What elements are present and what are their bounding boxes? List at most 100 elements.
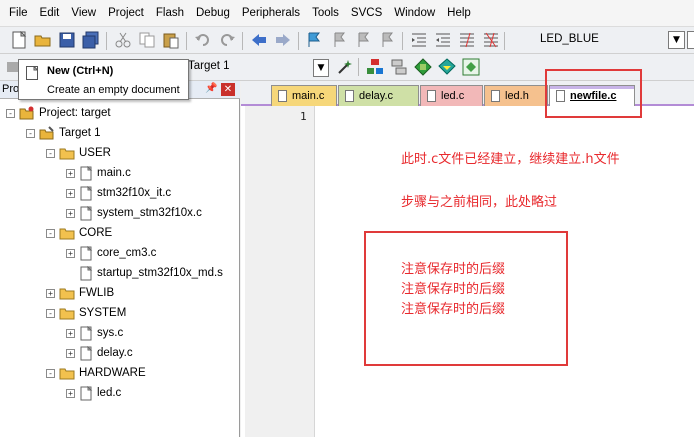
copy-icon[interactable] [138, 31, 156, 49]
tab-led-c[interactable]: led.c [420, 85, 483, 106]
expand-icon[interactable]: + [46, 288, 55, 298]
menu-edit[interactable]: Edit [34, 0, 66, 26]
tree-item[interactable]: + delay.c [66, 343, 133, 363]
collapse-icon[interactable]: - [46, 308, 55, 318]
tab-delay-c[interactable]: delay.c [338, 85, 419, 106]
expand-icon[interactable]: + [66, 328, 75, 338]
tree-item[interactable]: + system_stm32f10x.c [66, 203, 202, 223]
expand-icon[interactable]: + [66, 208, 75, 218]
save-all-icon[interactable] [82, 31, 100, 49]
manage-components-icon[interactable] [462, 58, 480, 76]
paste-icon[interactable] [162, 31, 180, 49]
tree-item-label: stm32f10x_it.c [97, 187, 172, 199]
file-extensions-icon[interactable] [390, 58, 408, 76]
close-icon[interactable]: ✕ [221, 83, 235, 96]
manage-project-icon[interactable] [366, 58, 384, 76]
menu-view[interactable]: View [65, 0, 102, 26]
collapse-icon[interactable]: - [6, 108, 15, 118]
comment-icon[interactable] [458, 31, 476, 49]
menu-flash[interactable]: Flash [150, 0, 190, 26]
build-target-select[interactable]: Target 1 [188, 60, 230, 72]
tree-item[interactable]: - SYSTEM [46, 303, 126, 323]
menu-bar: File Edit View Project Flash Debug Peripherals… [0, 0, 694, 26]
expand-icon[interactable]: + [66, 388, 75, 398]
tree-item[interactable]: + sys.c [66, 323, 123, 343]
expand-icon[interactable]: + [66, 248, 75, 258]
tab-label: main.c [292, 90, 325, 102]
tab-label: delay.c [359, 90, 394, 102]
tree-item[interactable]: + main.c [66, 163, 131, 183]
menu-tools[interactable]: Tools [306, 0, 345, 26]
tree-item[interactable]: startup_stm32f10x_md.s [66, 263, 223, 283]
bookmark-prev-icon[interactable] [330, 31, 348, 49]
tree-item[interactable]: + stm32f10x_it.c [66, 183, 171, 203]
folder-icon [59, 146, 75, 160]
new-file-icon [26, 66, 38, 80]
pin-icon[interactable]: 📌 [205, 83, 217, 94]
expand-icon[interactable]: + [66, 348, 75, 358]
tree-item[interactable]: - Project: target [6, 103, 111, 123]
menu-help[interactable]: Help [441, 0, 477, 26]
tree-item[interactable]: - HARDWARE [46, 363, 146, 383]
tree-item[interactable]: + led.c [66, 383, 121, 403]
target-name[interactable]: LED_BLUE [540, 33, 599, 45]
menu-window[interactable]: Window [388, 0, 441, 26]
folder-icon [59, 286, 75, 300]
folder-icon [59, 366, 75, 380]
annotation-line-2: 步骤与之前相同，此处略过 [401, 195, 558, 210]
bookmark-clear-icon[interactable] [378, 31, 396, 49]
target-options-wand-icon[interactable] [336, 58, 354, 76]
new-file-icon[interactable] [10, 31, 28, 49]
tooltip-description: Create an empty document [47, 84, 180, 96]
indent-icon[interactable] [410, 31, 428, 49]
bookmark-icon[interactable] [306, 31, 324, 49]
annotation-box-line-2: 注意保存时的后缀 [401, 282, 506, 297]
tree-item[interactable]: + FWLIB [46, 283, 114, 303]
collapse-icon[interactable]: - [26, 128, 35, 138]
nav-back-icon[interactable] [250, 31, 268, 49]
menu-debug[interactable]: Debug [190, 0, 236, 26]
collapse-icon[interactable]: - [46, 368, 55, 378]
menu-svcs[interactable]: SVCS [345, 0, 388, 26]
tab-main-c[interactable]: main.c [271, 85, 337, 106]
menu-peripherals[interactable]: Peripherals [236, 0, 306, 26]
expand-icon[interactable]: + [66, 188, 75, 198]
file-icon [79, 165, 93, 181]
tree-item[interactable]: - USER [46, 143, 111, 163]
bookmark-next-icon[interactable] [354, 31, 372, 49]
build-target-dropdown-button[interactable]: ▼ [313, 59, 329, 77]
tree-item-label: delay.c [97, 347, 133, 359]
tab-led-h[interactable]: led.h [484, 85, 548, 106]
tree-item[interactable]: - Target 1 [26, 123, 101, 143]
tree-item[interactable]: - CORE [46, 223, 112, 243]
file-icon [79, 185, 93, 201]
menu-project[interactable]: Project [102, 0, 150, 26]
redo-icon[interactable] [218, 31, 236, 49]
unindent-icon[interactable] [434, 31, 452, 49]
uncomment-icon[interactable] [482, 31, 500, 49]
line-number-gutter [245, 106, 315, 437]
search-field-edge[interactable] [687, 31, 694, 49]
active-tab-highlight-box [545, 69, 642, 118]
file-icon [79, 345, 93, 361]
tree-item-label: sys.c [97, 327, 124, 339]
folder-icon [59, 226, 75, 240]
new-file-tooltip: New (Ctrl+N) Create an empty document [18, 59, 189, 100]
select-packs-icon[interactable] [414, 58, 432, 76]
tree-item[interactable]: + core_cm3.c [66, 243, 156, 263]
expand-icon[interactable]: + [66, 168, 75, 178]
collapse-icon[interactable]: - [46, 148, 55, 158]
cut-icon[interactable] [114, 31, 132, 49]
target-icon [39, 126, 55, 140]
chevron-down-icon: ▼ [317, 63, 325, 73]
pack-installer-icon[interactable] [438, 58, 456, 76]
open-folder-icon[interactable] [34, 31, 52, 49]
target-dropdown-button[interactable]: ▼ [668, 31, 685, 49]
menu-file[interactable]: File [3, 0, 34, 26]
save-icon[interactable] [58, 31, 76, 49]
nav-forward-icon[interactable] [274, 31, 292, 49]
tree-item-label: HARDWARE [79, 367, 146, 379]
annotation-box-line-1: 注意保存时的后缀 [401, 262, 506, 277]
undo-icon[interactable] [194, 31, 212, 49]
collapse-icon[interactable]: - [46, 228, 55, 238]
